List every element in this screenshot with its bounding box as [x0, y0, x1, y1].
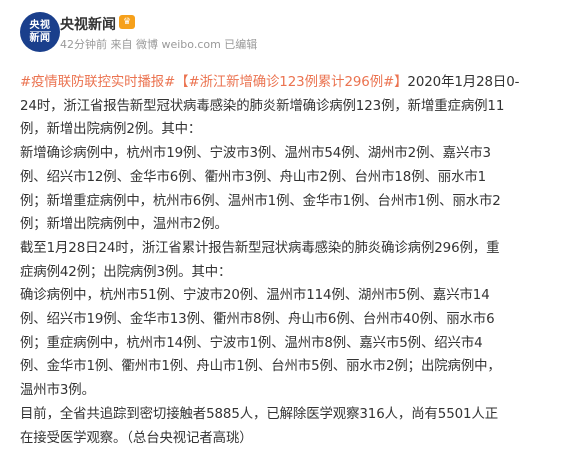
post-line-7: 截至1月28日24时，浙江省累计报告新型冠状病毒感染的肺炎确诊病例296例，重	[20, 240, 500, 256]
post-line-first: #疫情联防联控实时播报#【#浙江新增确诊123例累计296例#】2020年1月2…	[20, 71, 560, 95]
post-line-4: 例、绍兴市12例、金华市6例、衢州市3例、舟山市2例、台州市18例、丽水市1	[20, 169, 487, 185]
post-meta: 42分钟前 来自 微博 weibo.com 已编辑	[60, 38, 258, 51]
post-line-9: 确诊病例中，杭州市51例、宁波市20例、温州市114例、湖州市5例、嘉兴市14	[20, 288, 490, 304]
post-line-2: 例，新增出院病例2例。其中：	[20, 122, 202, 138]
post-line-6: 例；新增出院病例中，温州市2例。	[20, 217, 228, 233]
post-line-11: 例；重症病例中，杭州市14例、宁波市1例、温州市8例、嘉兴市5例、绍兴市4	[20, 335, 483, 351]
vip-crown-icon[interactable]: ♛	[119, 15, 135, 29]
avatar-text-top: 央视	[29, 20, 51, 31]
post-body: #疫情联防联控实时播报#【#浙江新增确诊123例累计296例#】2020年1月2…	[20, 71, 560, 450]
post-line-8: 症病例42例；出院病例3例。其中：	[20, 264, 232, 280]
post-line-12: 例、金华市1例、衢州市1例、舟山市1例、台州市5例、丽水市2例；出院病例中，	[20, 359, 501, 375]
avatar-text-bottom: 新闻	[29, 31, 51, 44]
post-line-3: 新增确诊病例中，杭州市19例、宁波市3例、温州市54例、湖州市2例、嘉兴市3	[20, 146, 491, 162]
topic-link-epidemic[interactable]: #疫情联防联控实时播报#	[20, 75, 175, 90]
post-line-13: 温州市3例。	[20, 383, 95, 399]
weibo-post-card: 央视 新闻 央视新闻 ♛ 42分钟前 来自 微博 weibo.com 已编辑 #…	[0, 0, 576, 446]
post-line-15: 在接受医学观察。（总台央视记者高珧）	[20, 430, 253, 446]
post-line-10: 例、绍兴市19例、金华市13例、衢州市8例、舟山市6例、台州市40例、丽水市6	[20, 312, 495, 328]
post-line-1: 24时，浙江省报告新型冠状病毒感染的肺炎新增确诊病例123例，新增重症病例11	[20, 98, 505, 114]
author-name[interactable]: 央视新闻	[60, 14, 116, 34]
post-line-5: 例；新增重症病例中，杭州市6例、温州市1例、金华市1例、台州市1例、丽水市2	[20, 193, 501, 209]
topic-link-zhejiang[interactable]: 【#浙江新增确诊123例累计296例#】	[175, 75, 407, 90]
avatar[interactable]: 央视 新闻	[20, 12, 60, 52]
post-line-14: 目前，全省共追踪到密切接触者5885人，已解除医学观察316人，尚有5501人正	[20, 406, 499, 422]
post-line-0: 2020年1月28日0-	[407, 75, 520, 90]
